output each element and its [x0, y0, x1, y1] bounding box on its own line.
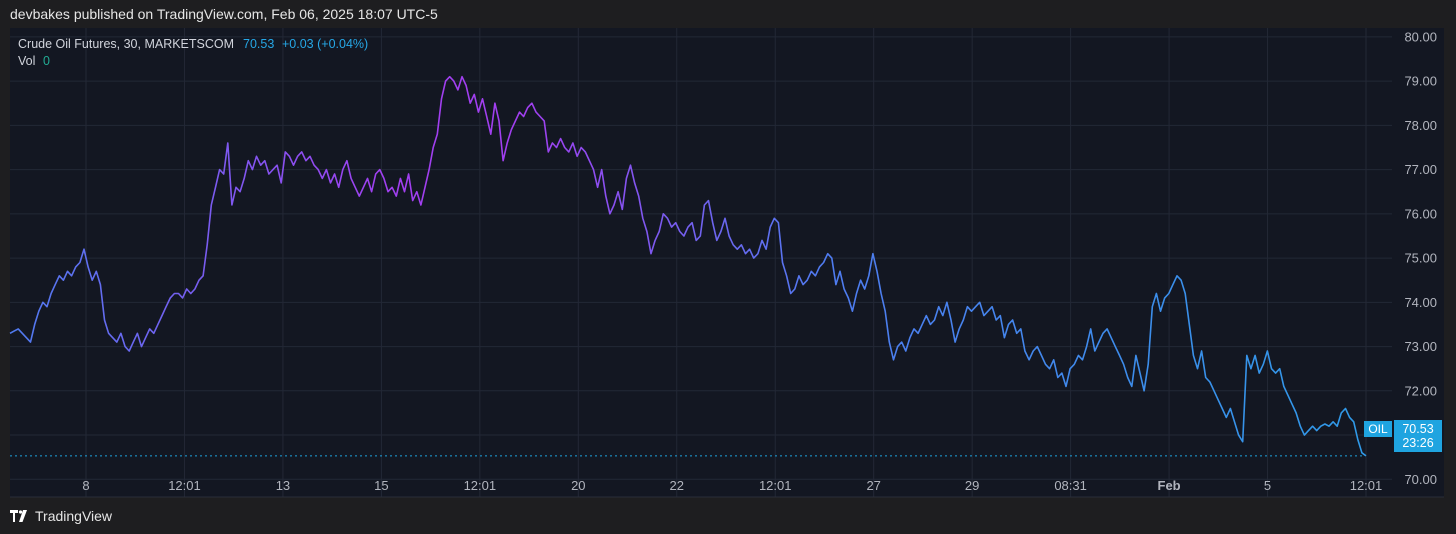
y-tick-label: 76.00: [1404, 206, 1437, 221]
x-tick-label: 22: [670, 478, 684, 493]
legend-symbol: Crude Oil Futures, 30, MARKETSCOM: [18, 37, 234, 51]
plot-background: [10, 28, 1392, 497]
y-tick-label: 75.00: [1404, 251, 1437, 266]
x-tick-label: 29: [965, 478, 979, 493]
x-tick-label: 08:31: [1054, 478, 1087, 493]
x-tick-label: 20: [571, 478, 585, 493]
legend-vol-value: 0: [43, 54, 50, 68]
brand-name: TradingView: [35, 508, 113, 524]
x-tick-label: 8: [82, 478, 89, 493]
y-tick-label: 72.00: [1404, 383, 1437, 398]
legend-change: +0.03 (+0.04%): [282, 37, 368, 51]
x-tick-label: 12:01: [1350, 478, 1383, 493]
x-tick-label: 15: [374, 478, 388, 493]
price-tag-countdown: 23:26: [1402, 436, 1433, 450]
x-tick-label: 13: [276, 478, 290, 493]
x-tick-label: 27: [866, 478, 880, 493]
y-tick-label: 78.00: [1404, 118, 1437, 133]
y-tick-label: 74.00: [1404, 295, 1437, 310]
x-tick-label: 12:01: [168, 478, 201, 493]
legend-vol-label: Vol: [18, 54, 35, 68]
brand-footer: TradingView: [10, 508, 112, 524]
tradingview-logo-icon: [10, 510, 27, 522]
y-tick-label: 80.00: [1404, 29, 1437, 44]
x-tick-label: 12:01: [464, 478, 497, 493]
legend-price: 70.53: [243, 37, 274, 51]
y-tick-label: 79.00: [1404, 74, 1437, 89]
y-tick-label: 70.00: [1404, 472, 1437, 487]
x-tick-label: 12:01: [759, 478, 792, 493]
y-tick-label: 73.00: [1404, 339, 1437, 354]
price-tag-price: 70.53: [1402, 422, 1433, 436]
y-tick-label: 77.00: [1404, 162, 1437, 177]
x-tick-label: Feb: [1158, 478, 1181, 493]
x-tick-label: 5: [1264, 478, 1271, 493]
ticker-tag-label: OIL: [1368, 422, 1388, 436]
price-chart[interactable]: 80.00 79.00 78.00 77.00 76.00 75.00 74.00 73.00…: [0, 0, 1456, 534]
